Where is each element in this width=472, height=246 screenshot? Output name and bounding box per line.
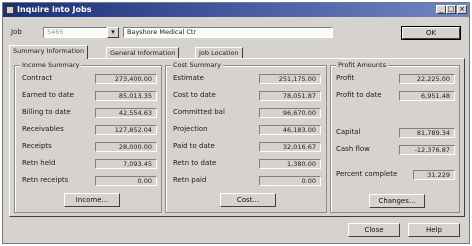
- close-button[interactable]: Close: [348, 223, 400, 237]
- job-number-field[interactable]: 5465: [43, 27, 107, 38]
- profit-row-value: 22,225.00: [399, 74, 455, 84]
- profit-row-label: Percent complete: [336, 170, 398, 178]
- inquire-jobs-window: Inquire into Jobs _ □ × Job 5465 ▾ Baysh…: [2, 2, 470, 244]
- income-row-value: 28,000.00: [95, 142, 157, 152]
- income-row-label: Retn receipts: [22, 176, 69, 184]
- summary-panel: Income Summary Contract 273,400.00 Earne…: [9, 58, 465, 217]
- income-row-value: 127,852.04: [95, 125, 157, 135]
- changes-button[interactable]: Changes...: [369, 194, 425, 208]
- cost-row-label: Cost to date: [173, 91, 216, 99]
- help-button[interactable]: Help: [408, 223, 460, 237]
- close-icon[interactable]: ×: [457, 5, 467, 14]
- cost-button[interactable]: Cost...: [220, 193, 276, 207]
- cost-row-value: 1,380.00: [259, 159, 321, 169]
- income-row-label: Receivables: [22, 125, 64, 133]
- income-row-label: Contract: [22, 74, 53, 82]
- cost-row-value: 0.00: [259, 176, 321, 186]
- cost-row-value: 96,670.00: [259, 108, 321, 118]
- income-summary-title: Income Summary: [20, 61, 82, 69]
- income-row-value: 7,093.45: [95, 159, 157, 169]
- income-row-value: 42,554.63: [95, 108, 157, 118]
- cost-row-label: Retn paid: [173, 176, 207, 184]
- tab-job-location[interactable]: Job Location: [195, 47, 243, 58]
- profit-amounts-title: Profit Amounts: [336, 61, 388, 69]
- profit-row-label: Capital: [336, 128, 361, 136]
- cost-row-label: Projection: [173, 125, 208, 133]
- income-row-value: 0.00: [95, 176, 157, 186]
- profit-row-value: 81,789.34: [399, 128, 455, 138]
- app-icon: [6, 6, 14, 14]
- cost-row-value: 78,051.87: [259, 91, 321, 101]
- title-bar[interactable]: Inquire into Jobs _ □ ×: [3, 3, 469, 17]
- income-row-label: Earned to date: [22, 91, 74, 99]
- cost-row-label: Estimate: [173, 74, 204, 82]
- profit-row-value: -12,376.87: [399, 145, 455, 155]
- cost-row-value: 251,175.00: [259, 74, 321, 84]
- cost-row-label: Paid to date: [173, 142, 215, 150]
- tab-summary-information[interactable]: Summary Information: [9, 45, 89, 59]
- profit-row-label: Cash flow: [336, 145, 370, 153]
- income-row-value: 273,400.00: [95, 74, 157, 84]
- cost-summary-title: Cost Summary: [171, 61, 223, 69]
- job-description-field: Bayshore Medical Ctr: [123, 27, 333, 38]
- cost-row-value: 32,016.67: [259, 142, 321, 152]
- ok-button[interactable]: OK: [401, 26, 461, 40]
- cost-row-label: Retn to date: [173, 159, 217, 167]
- window-title: Inquire into Jobs: [17, 5, 92, 14]
- minimize-icon[interactable]: _: [436, 5, 446, 14]
- income-row-label: Retn held: [22, 159, 56, 167]
- job-label: Job: [11, 28, 22, 36]
- income-row-label: Receipts: [22, 142, 52, 150]
- profit-row-label: Profit to date: [336, 91, 382, 99]
- income-row-value: 85,013.35: [95, 91, 157, 101]
- income-button[interactable]: Income...: [64, 193, 120, 207]
- tab-general-information[interactable]: General Information: [106, 47, 180, 58]
- job-lookup-button[interactable]: ▾: [107, 27, 119, 38]
- profit-amounts-group: Profit Amounts Profit 22,225.00 Profit t…: [330, 61, 460, 213]
- income-summary-group: Income Summary Contract 273,400.00 Earne…: [14, 61, 162, 213]
- profit-row-value: 6,951.48: [399, 91, 455, 101]
- profit-row-label: Profit: [336, 74, 355, 82]
- income-row-label: Billing to date: [22, 108, 71, 116]
- cost-summary-group: Cost Summary Estimate 251,175.00 Cost to…: [165, 61, 327, 213]
- cost-row-label: Committed bal: [173, 108, 225, 116]
- cost-row-value: 46,183.00: [259, 125, 321, 135]
- maximize-icon[interactable]: □: [446, 5, 456, 14]
- percent-complete-value: 31.229: [413, 170, 455, 180]
